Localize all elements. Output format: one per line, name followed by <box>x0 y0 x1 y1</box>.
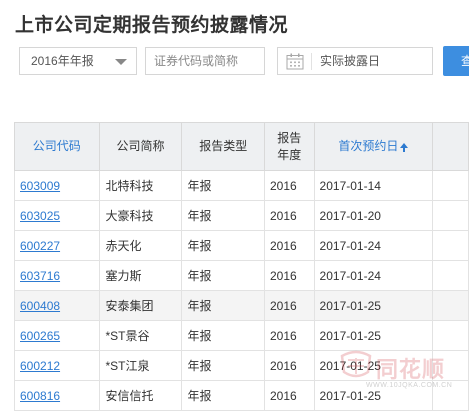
calendar-icon <box>286 53 304 70</box>
company-name-cell: 塞力斯 <box>98 260 183 291</box>
company-name-cell: 大豪科技 <box>98 200 183 231</box>
report-year-cell: 2016 <box>263 290 315 321</box>
first-date-cell: 2017-01-25 <box>313 380 434 411</box>
column-header-code-label: 公司代码 <box>32 139 81 153</box>
table-row: 600212 *ST江泉 年报 2016 2017-01-25 <box>14 350 469 381</box>
company-name-cell: 北特科技 <box>98 170 183 201</box>
overflow-cell <box>432 380 469 411</box>
table-row: 603025 大豪科技 年报 2016 2017-01-20 <box>14 200 469 231</box>
overflow-cell <box>432 290 469 321</box>
first-date-cell: 2017-01-24 <box>313 230 434 261</box>
report-type-cell: 年报 <box>181 380 265 411</box>
company-code-link[interactable]: 600265 <box>20 329 60 343</box>
company-code-cell[interactable]: 603009 <box>14 170 100 201</box>
first-date-cell: 2017-01-25 <box>313 320 434 351</box>
disclosure-table: 公司代码 公司简称 报告类型 报告 年度 首次预约日 603009 北特科技 年… <box>14 122 469 411</box>
column-header-year-line2: 年度 <box>277 147 302 162</box>
company-name-cell: 安泰集团 <box>98 290 183 321</box>
overflow-cell <box>432 350 469 381</box>
table-row: 600265 *ST景谷 年报 2016 2017-01-25 <box>14 320 469 351</box>
first-date-cell: 2017-01-14 <box>313 170 434 201</box>
query-button-label: 查 <box>461 54 469 68</box>
company-name-cell: *ST景谷 <box>98 320 183 351</box>
company-code-link[interactable]: 600227 <box>20 239 60 253</box>
column-header-type-label: 报告类型 <box>199 139 248 153</box>
company-code-cell[interactable]: 600265 <box>14 320 100 351</box>
table-row: 600816 安信信托 年报 2016 2017-01-25 <box>14 380 469 411</box>
first-date-cell: 2017-01-25 <box>313 350 434 381</box>
overflow-cell <box>432 170 469 201</box>
company-code-link[interactable]: 600408 <box>20 299 60 313</box>
report-type-cell: 年报 <box>181 200 265 231</box>
chevron-down-icon <box>115 59 127 65</box>
company-code-cell[interactable]: 603025 <box>14 200 100 231</box>
column-header-first-date-label: 首次预约日 <box>338 139 399 153</box>
report-year-cell: 2016 <box>263 200 315 231</box>
table-row: 603716 塞力斯 年报 2016 2017-01-24 <box>14 260 469 291</box>
company-code-cell[interactable]: 603716 <box>14 260 100 291</box>
overflow-cell <box>432 200 469 231</box>
column-header-code[interactable]: 公司代码 <box>14 122 100 171</box>
report-year-cell: 2016 <box>263 350 315 381</box>
page-title: 上市公司定期报告预约披露情况 <box>15 15 289 36</box>
column-header-year-line1: 报告 <box>277 130 302 145</box>
filter-bar: 2016年年报 实际披露日 查 <box>0 46 469 78</box>
overflow-cell <box>432 260 469 291</box>
company-code-cell[interactable]: 600212 <box>14 350 100 381</box>
company-name-cell: *ST江泉 <box>98 350 183 381</box>
company-code-link[interactable]: 600816 <box>20 389 60 403</box>
column-header-name-label: 公司简称 <box>116 139 165 153</box>
report-year-cell: 2016 <box>263 230 315 261</box>
report-type-cell: 年报 <box>181 290 265 321</box>
table-header-row: 公司代码 公司简称 报告类型 报告 年度 首次预约日 <box>14 122 469 171</box>
report-type-cell: 年报 <box>181 350 265 381</box>
first-date-cell: 2017-01-25 <box>313 290 434 321</box>
table-row: 600227 赤天化 年报 2016 2017-01-24 <box>14 230 469 261</box>
report-year-cell: 2016 <box>263 320 315 351</box>
company-code-link[interactable]: 603716 <box>20 269 60 283</box>
company-code-link[interactable]: 603025 <box>20 209 60 223</box>
report-year-cell: 2016 <box>263 380 315 411</box>
date-label: 实际披露日 <box>320 54 381 68</box>
date-picker[interactable]: 实际披露日 <box>277 47 433 75</box>
company-code-link[interactable]: 603009 <box>20 179 60 193</box>
column-header-type: 报告类型 <box>181 122 265 171</box>
query-button[interactable]: 查 <box>443 46 469 76</box>
company-code-cell[interactable]: 600227 <box>14 230 100 261</box>
overflow-cell <box>432 320 469 351</box>
company-code-cell[interactable]: 600816 <box>14 380 100 411</box>
report-type-cell: 年报 <box>181 260 265 291</box>
table-row: 603009 北特科技 年报 2016 2017-01-14 <box>14 170 469 201</box>
report-type-cell: 年报 <box>181 320 265 351</box>
company-code-cell[interactable]: 600408 <box>14 290 100 321</box>
report-year-cell: 2016 <box>263 170 315 201</box>
sort-ascending-icon <box>400 143 409 152</box>
report-type-cell: 年报 <box>181 170 265 201</box>
search-input[interactable] <box>145 47 265 75</box>
report-year-cell: 2016 <box>263 260 315 291</box>
column-header-first-date[interactable]: 首次预约日 <box>313 122 434 171</box>
first-date-cell: 2017-01-20 <box>313 200 434 231</box>
table-row: 600408 安泰集团 年报 2016 2017-01-25 <box>14 290 469 321</box>
divider <box>311 53 312 70</box>
column-header-name: 公司简称 <box>98 122 183 171</box>
column-header-overflow <box>432 122 469 171</box>
company-code-link[interactable]: 600212 <box>20 359 60 373</box>
company-name-cell: 赤天化 <box>98 230 183 261</box>
overflow-cell <box>432 230 469 261</box>
column-header-year: 报告 年度 <box>263 122 315 171</box>
company-name-cell: 安信信托 <box>98 380 183 411</box>
report-type-cell: 年报 <box>181 230 265 261</box>
report-period-value: 2016年年报 <box>31 54 94 68</box>
report-period-select[interactable]: 2016年年报 <box>19 47 137 75</box>
first-date-cell: 2017-01-24 <box>313 260 434 291</box>
